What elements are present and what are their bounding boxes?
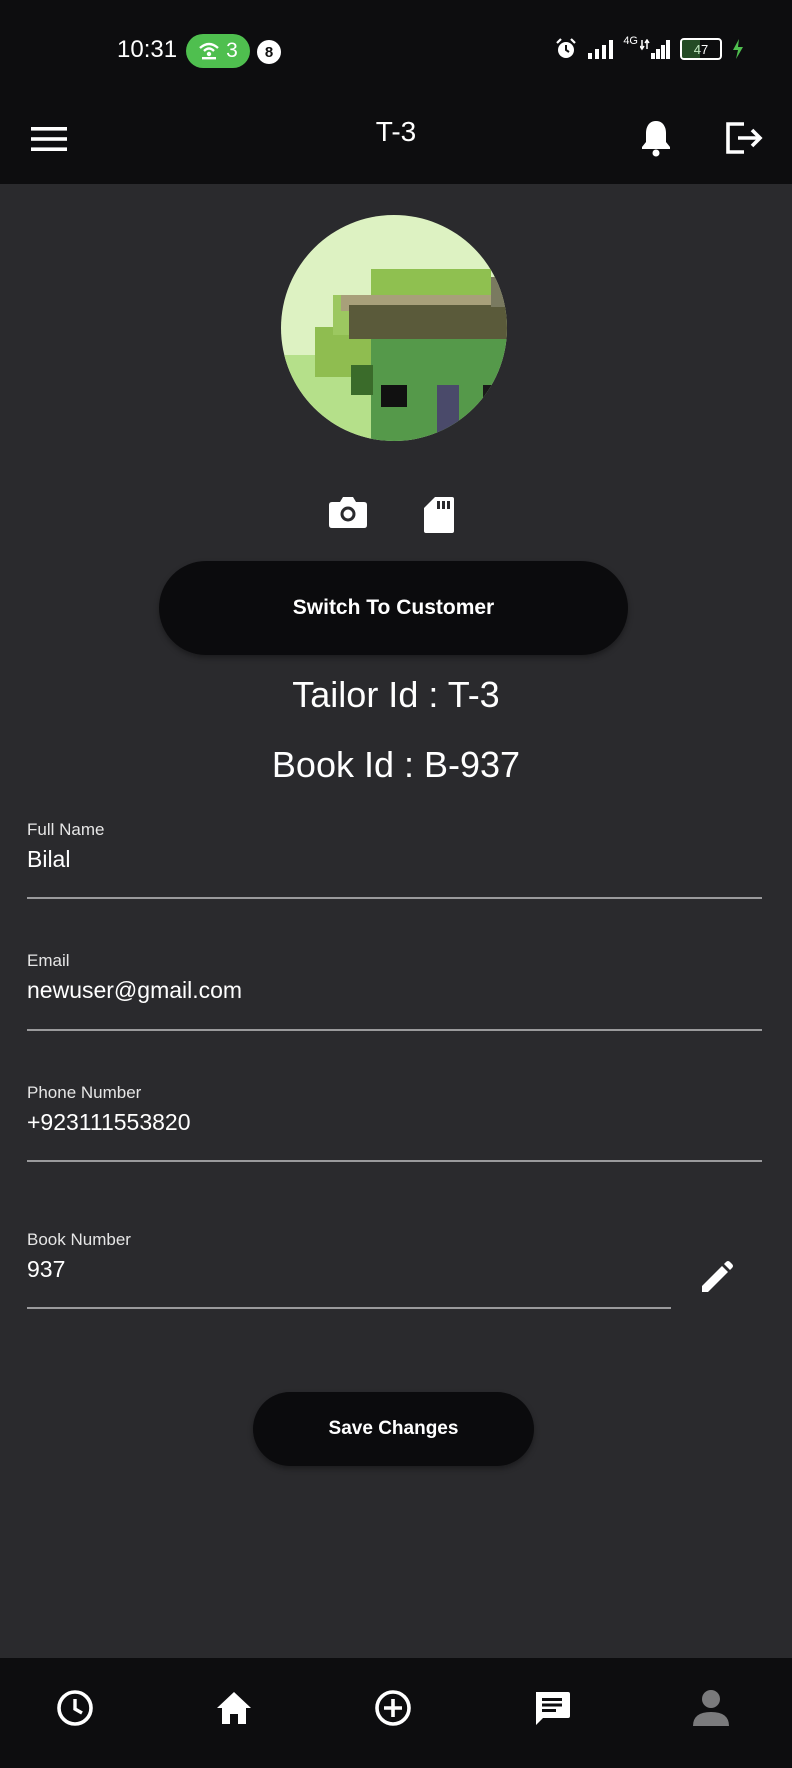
app-bar: T-3 [0,94,792,184]
chat-icon[interactable] [522,1678,582,1738]
status-time: 10:31 [117,36,178,63]
email-value[interactable]: newuser@gmail.com [27,977,242,1004]
notification-count-badge: 8 [257,40,281,64]
pencil-icon[interactable] [694,1256,738,1300]
hotspot-count: 3 [226,39,238,62]
full-name-value[interactable]: Bilal [27,846,104,873]
home-icon[interactable] [204,1678,264,1738]
full-name-field[interactable]: Full Name Bilal [27,820,104,873]
full-name-label: Full Name [27,820,105,839]
status-icons: 4G 47 [555,35,744,60]
switch-to-customer-button[interactable]: Switch To Customer [159,561,628,655]
status-bar: 10:31 3 8 4G 47 [0,0,792,94]
charging-icon [733,39,743,59]
save-changes-button[interactable]: Save Changes [253,1392,534,1466]
history-icon[interactable] [45,1678,105,1738]
email-field[interactable]: Email newuser@gmail.com [27,951,242,1004]
book-id-text: Book Id : B-937 [271,744,521,785]
email-label: Email [27,951,70,970]
phone-number-value[interactable]: +923111553820 [27,1109,191,1136]
book-number-value[interactable]: 937 [27,1256,131,1283]
full-name-underline [27,897,762,899]
book-number-label: Book Number [27,1230,131,1249]
profile-avatar[interactable] [281,215,507,441]
phone-number-label: Phone Number [27,1083,142,1102]
signal-icon [588,40,614,59]
bell-icon[interactable] [636,114,676,162]
phone-number-underline [27,1160,762,1162]
network-type: 4G [623,35,638,47]
tailor-id-text: Tailor Id : T-3 [292,674,500,715]
alarm-icon [556,38,577,58]
avatar-image [281,215,507,441]
phone-number-field[interactable]: Phone Number +923111553820 [27,1083,191,1136]
sd-card-icon[interactable] [420,495,458,535]
hotspot-badge: 3 [186,34,250,68]
email-underline [27,1029,762,1031]
signal-4g-icon [640,39,670,59]
book-number-field[interactable]: Book Number 937 [27,1230,131,1283]
add-circle-icon[interactable] [363,1678,423,1738]
person-icon[interactable] [681,1678,741,1738]
book-number-underline [27,1307,671,1309]
hotspot-icon [199,42,219,60]
camera-icon[interactable] [326,492,370,532]
bottom-navigation [0,1658,792,1768]
logout-icon[interactable] [722,114,766,162]
battery-indicator: 47 [680,38,722,60]
battery-level: 47 [693,41,709,57]
